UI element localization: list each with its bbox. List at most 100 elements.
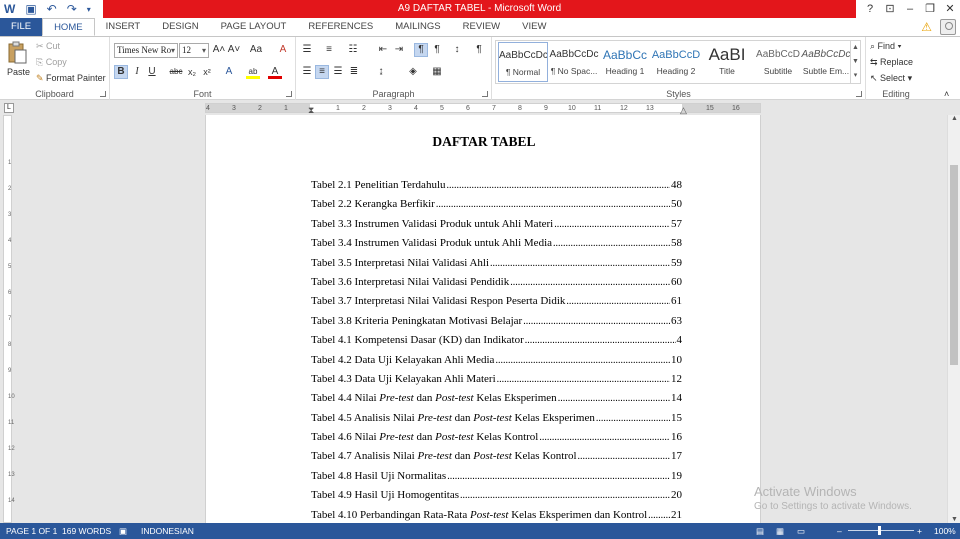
language-status[interactable]: INDONESIAN <box>141 523 194 539</box>
paragraph-launcher-icon[interactable] <box>482 91 488 97</box>
style-heading-1[interactable]: AaBbCc Heading 1 <box>600 42 650 82</box>
print-layout-icon[interactable]: ▦ <box>776 523 784 539</box>
borders-icon[interactable]: ▦ <box>430 65 444 79</box>
styles-scroll[interactable]: ▲ ▼ ▾ <box>850 41 860 83</box>
style-normal[interactable]: AaBbCcDc ¶ Normal <box>498 42 548 82</box>
vertical-ruler-bar[interactable]: 1 2 3 4 5 6 7 8 9 10 11 12 13 14 <box>3 115 15 523</box>
ltr-direction-icon[interactable]: ¶ <box>414 43 428 57</box>
bold-button[interactable]: B <box>114 65 128 79</box>
toc-entry[interactable]: Tabel 3.3 Instrumen Validasi Produk untu… <box>311 218 682 237</box>
format-painter-button[interactable]: ✎ Format Painter <box>36 73 106 84</box>
toc-entry[interactable]: Tabel 4.5 Analisis Nilai Pre-test dan Po… <box>311 412 682 431</box>
toc-entry[interactable]: Tabel 3.8 Kriteria Peningkatan Motivasi … <box>311 315 682 334</box>
clear-formatting-icon[interactable]: A <box>276 43 290 57</box>
zoom-slider-knob[interactable] <box>878 526 881 535</box>
style-heading-2[interactable]: AaBbCcD Heading 2 <box>651 42 701 82</box>
vertical-scrollbar[interactable]: ▲ ▼ <box>947 115 960 523</box>
zoom-out-button[interactable]: – <box>837 523 842 539</box>
numbering-icon[interactable]: ≡ <box>322 43 336 57</box>
shading-icon[interactable]: ◈ <box>406 65 420 79</box>
cut-button[interactable]: ✂ Cut <box>36 41 60 52</box>
paste-icon[interactable] <box>6 41 30 67</box>
tab-selector-icon[interactable]: L <box>4 103 14 113</box>
tab-mailings[interactable]: MAILINGS <box>384 18 451 36</box>
zoom-slider[interactable] <box>848 526 914 535</box>
font-color-icon[interactable]: A <box>268 65 282 79</box>
tab-page-layout[interactable]: PAGE LAYOUT <box>210 18 298 36</box>
bullets-icon[interactable]: ☰ <box>300 43 314 57</box>
word-count-status[interactable]: 169 WORDS <box>62 523 111 539</box>
increase-indent-icon[interactable]: ⇥ <box>392 43 406 57</box>
shrink-font-icon[interactable]: A˅ <box>227 43 241 57</box>
sort-icon[interactable]: ↕ <box>450 43 464 57</box>
tab-design[interactable]: DESIGN <box>151 18 209 36</box>
toc-entry[interactable]: Tabel 4.4 Nilai Pre-test dan Post-test K… <box>311 392 682 411</box>
toc-entry[interactable]: Tabel 4.1 Kompetensi Dasar (KD) dan Indi… <box>311 334 682 353</box>
change-case-icon[interactable]: Aa <box>247 43 265 57</box>
document-heading[interactable]: DAFTAR TABEL <box>206 134 762 150</box>
multilevel-list-icon[interactable]: ☷ <box>346 43 360 57</box>
proofing-icon[interactable]: ▣ <box>119 523 127 539</box>
toc-entry[interactable]: Tabel 3.4 Instrumen Validasi Produk untu… <box>311 237 682 256</box>
align-right-icon[interactable]: ☰ <box>331 65 345 79</box>
align-left-icon[interactable]: ☰ <box>300 65 314 79</box>
collapse-ribbon-icon[interactable]: ˄ <box>944 89 949 99</box>
tab-view[interactable]: VIEW <box>511 18 557 36</box>
underline-button[interactable]: U <box>145 65 159 79</box>
replace-button[interactable]: ⇆ Replace <box>870 57 913 68</box>
user-avatar-icon[interactable] <box>940 19 956 35</box>
style-subtle-emphasis[interactable]: AaBbCcDc Subtle Em... <box>801 42 851 82</box>
save-icon[interactable]: ▣ <box>25 2 36 16</box>
undo-icon[interactable]: ↶ <box>47 2 57 16</box>
highlight-color-icon[interactable]: ab <box>246 65 260 79</box>
style-title[interactable]: AaBI Title <box>702 42 752 82</box>
close-button[interactable]: ✕ <box>940 0 960 18</box>
subscript-button[interactable]: x₂ <box>185 65 199 79</box>
show-marks-icon[interactable]: ¶ <box>472 43 486 57</box>
superscript-button[interactable]: x² <box>200 65 214 79</box>
scroll-down-icon[interactable]: ▼ <box>948 516 960 523</box>
paste-button[interactable]: Paste <box>7 67 30 77</box>
align-center-icon[interactable]: ≡ <box>315 65 329 79</box>
toc-entry[interactable]: Tabel 4.3 Data Uji Kelayakan Ahli Materi… <box>311 373 682 392</box>
ribbon-display-options-button[interactable]: ⊡ <box>880 0 900 18</box>
text-effects-icon[interactable]: A <box>222 65 236 79</box>
tab-home[interactable]: HOME <box>42 18 95 36</box>
zoom-in-button[interactable]: + <box>917 523 922 539</box>
ruler-bar[interactable]: 4 3 2 1 ⧗ 1 2 3 4 5 6 7 8 9 10 11 12 13 … <box>205 103 761 115</box>
italic-button[interactable]: I <box>130 65 144 79</box>
tab-references[interactable]: REFERENCES <box>297 18 384 36</box>
find-button[interactable]: ⌕ Find ▾ <box>870 41 901 52</box>
toc-entry[interactable]: Tabel 2.2 Kerangka Berfikir 50 <box>311 198 682 217</box>
toc-entry[interactable]: Tabel 2.1 Penelitian Terdahulu 48 <box>311 179 682 198</box>
toc-entry[interactable]: Tabel 3.7 Interpretasi Nilai Validasi Re… <box>311 295 682 314</box>
font-family-select[interactable]: Times New Ro <box>114 43 178 58</box>
line-spacing-icon[interactable]: ↨ <box>374 65 388 79</box>
font-launcher-icon[interactable] <box>286 91 292 97</box>
help-button[interactable]: ? <box>860 0 880 18</box>
decrease-indent-icon[interactable]: ⇤ <box>376 43 390 57</box>
tab-insert[interactable]: INSERT <box>95 18 152 36</box>
minimize-button[interactable]: – <box>900 0 920 18</box>
tab-file[interactable]: FILE <box>0 18 43 36</box>
read-mode-icon[interactable]: ▤ <box>756 523 764 539</box>
warning-icon[interactable]: ⚠ <box>921 20 932 34</box>
grow-font-icon[interactable]: A˄ <box>212 43 226 57</box>
table-of-tables[interactable]: Tabel 2.1 Penelitian Terdahulu48Tabel 2.… <box>311 179 682 528</box>
toc-entry[interactable]: Tabel 4.8 Hasil Uji Normalitas 19 <box>311 470 682 489</box>
chevron-down-icon[interactable]: ▼ <box>851 55 860 69</box>
restore-button[interactable]: ❐ <box>920 0 940 18</box>
toc-entry[interactable]: Tabel 3.5 Interpretasi Nilai Validasi Ah… <box>311 257 682 276</box>
style-subtitle[interactable]: AaBbCcD Subtitle <box>753 42 803 82</box>
style-no-spacing[interactable]: AaBbCcDc ¶ No Spac... <box>549 42 599 82</box>
zoom-level[interactable]: 100% <box>934 523 956 539</box>
strikethrough-button[interactable]: abc <box>167 65 185 79</box>
copy-button[interactable]: ⎘ Copy <box>36 57 67 68</box>
document-page[interactable]: DAFTAR TABEL Tabel 2.1 Penelitian Terdah… <box>205 115 761 523</box>
customize-qat-icon[interactable]: ▾ <box>87 5 91 14</box>
justify-icon[interactable]: ≣ <box>347 65 361 79</box>
toc-entry[interactable]: Tabel 3.6 Interpretasi Nilai Validasi Pe… <box>311 276 682 295</box>
page-count-status[interactable]: PAGE 1 OF 1 <box>6 523 57 539</box>
toc-entry[interactable]: Tabel 4.2 Data Uji Kelayakan Ahli Media … <box>311 354 682 373</box>
tab-review[interactable]: REVIEW <box>452 18 511 36</box>
